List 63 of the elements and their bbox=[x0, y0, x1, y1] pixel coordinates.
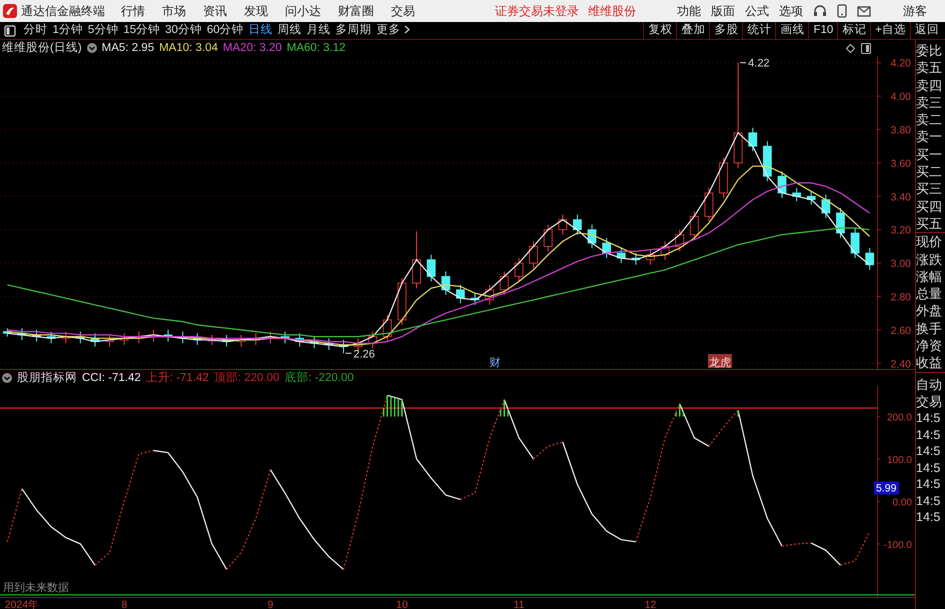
quote-label: 换手 bbox=[916, 320, 943, 338]
date-label: 10 bbox=[396, 599, 408, 609]
event-marker: 财 bbox=[490, 357, 501, 369]
axis-label: 3.20 bbox=[890, 224, 911, 237]
low-price-label: 2.26 bbox=[345, 348, 375, 360]
axis-label: -100.0 bbox=[884, 540, 912, 551]
axis-label: 200.0 bbox=[886, 412, 912, 424]
quote-label: 卖四 bbox=[916, 76, 943, 94]
legend-label: 底部: -220.00 bbox=[284, 370, 354, 386]
legend-label: MA5: 2.95 bbox=[102, 41, 154, 56]
trade-time: 14:5 bbox=[916, 410, 942, 427]
date-label: 8 bbox=[121, 599, 128, 609]
quote-label: 买一 bbox=[916, 146, 943, 164]
quote-label: 买三 bbox=[916, 180, 943, 198]
value-marker: 5.99 bbox=[874, 481, 899, 494]
axis-label: 4.00 bbox=[890, 91, 911, 104]
quote-label: 卖二 bbox=[916, 111, 943, 128]
axis-label: 4.20 bbox=[890, 58, 911, 70]
axis-label: 0.00 bbox=[892, 497, 912, 508]
trade-time: 14:5 bbox=[916, 509, 942, 526]
axis-label: 3.80 bbox=[890, 124, 911, 136]
quote-label: 卖一 bbox=[916, 128, 943, 146]
app-title: 通达信金融终端 bbox=[21, 3, 105, 20]
warning-note: 用到未来数据 bbox=[3, 582, 69, 594]
axis-label: 100.0 bbox=[886, 455, 912, 466]
quote-label: 买四 bbox=[916, 198, 943, 215]
date-label: 9 bbox=[267, 599, 274, 609]
axis-label: 3.40 bbox=[890, 191, 911, 204]
legend-label: CCI: -71.42 bbox=[82, 371, 141, 386]
axis-label: 3.60 bbox=[890, 158, 911, 170]
quote-label: 涨幅 bbox=[916, 268, 943, 286]
axis-label: 2.80 bbox=[890, 292, 911, 304]
trade-time: 14:5 bbox=[916, 476, 942, 493]
trade-time: 14:5 bbox=[916, 443, 942, 460]
quote-label: 净资 bbox=[916, 337, 943, 354]
trade-time: 14:5 bbox=[916, 460, 942, 476]
event-tag: 龙虎 bbox=[708, 354, 732, 369]
date-label: 11 bbox=[513, 599, 524, 609]
quote-label: 卖三 bbox=[916, 94, 943, 112]
axis-label: 3.00 bbox=[890, 258, 911, 270]
quote-label: 买五 bbox=[916, 214, 943, 232]
high-price-label: 4.22 bbox=[740, 58, 770, 70]
quote-label: 现价 bbox=[916, 233, 943, 251]
indicator-title: 股朋指标网 bbox=[17, 370, 77, 386]
legend-label: MA60: 3.12 bbox=[286, 41, 346, 56]
quote-label: 卖五 bbox=[916, 59, 943, 77]
legend-label: MA10: 3.04 bbox=[159, 41, 218, 56]
date-label: 2024年 bbox=[4, 599, 40, 609]
legend-label: MA20: 3.20 bbox=[222, 41, 282, 56]
legend-label: 顶部: 220.00 bbox=[214, 370, 280, 386]
axis-label: 2.40 bbox=[890, 358, 911, 370]
quote-label: 总量 bbox=[916, 285, 943, 302]
quote-label: 外盘 bbox=[916, 302, 943, 320]
trade-time: 14:5 bbox=[916, 426, 942, 444]
quote-label: 委比 bbox=[916, 42, 943, 60]
chart-title: 维维股份(日线) bbox=[2, 40, 82, 56]
axis-label: 2.60 bbox=[890, 324, 911, 337]
date-label: 12 bbox=[644, 599, 656, 609]
legend-label: 上升: -71.42 bbox=[146, 370, 209, 386]
quote-label: 收益 bbox=[916, 354, 943, 372]
trade-time: 14:5 bbox=[916, 492, 942, 510]
quote-label: 买二 bbox=[916, 163, 943, 180]
quote-label: 涨跌 bbox=[916, 250, 943, 268]
